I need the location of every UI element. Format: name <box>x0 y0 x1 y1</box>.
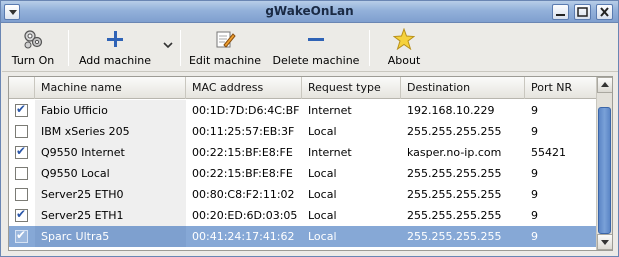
cell-request-type: Local <box>308 209 337 222</box>
row-checkbox[interactable] <box>15 167 28 180</box>
cell-machine-name: Server25 ETH1 <box>41 209 124 222</box>
table-row-selected[interactable]: Sparc Ultra5 00:41:24:17:41:62 Local 255… <box>9 226 596 247</box>
table-header: Machine name MAC address Request type De… <box>9 77 596 99</box>
about-button[interactable]: About <box>382 26 426 70</box>
edit-pencil-icon <box>216 31 236 48</box>
gears-icon <box>24 30 43 49</box>
row-checkbox[interactable] <box>15 188 28 201</box>
table-row[interactable]: Q9550 Local 00:22:15:BF:E8:FE Local 255.… <box>9 163 596 184</box>
column-header-port-nr[interactable]: Port NR <box>525 77 596 99</box>
cell-request-type: Internet <box>308 104 352 117</box>
toolbar-separator <box>369 30 370 66</box>
cell-port-nr: 9 <box>531 209 538 222</box>
cell-destination: 255.255.255.255 <box>407 167 502 180</box>
window-title: gWakeOnLan <box>265 4 354 18</box>
table-row[interactable]: Q9550 Internet 00:22:15:BF:E8:FE Interne… <box>9 142 596 163</box>
chevron-down-icon[interactable] <box>163 40 173 50</box>
row-checkbox[interactable] <box>15 102 28 117</box>
column-header-machine-name[interactable]: Machine name <box>35 77 186 99</box>
vertical-scrollbar[interactable] <box>596 77 612 250</box>
cell-request-type: Local <box>308 125 337 138</box>
minimize-icon <box>556 14 565 16</box>
cell-port-nr: 9 <box>531 167 538 180</box>
edit-machine-button[interactable]: Edit machine <box>188 26 262 70</box>
machine-table[interactable]: Machine name MAC address Request type De… <box>8 76 613 251</box>
cell-request-type: Local <box>308 230 337 243</box>
cell-machine-name: Server25 ETH0 <box>41 188 124 201</box>
minus-icon <box>305 28 327 50</box>
row-checkbox[interactable] <box>15 228 28 243</box>
cell-mac-address: 00:22:15:BF:E8:FE <box>192 167 293 180</box>
cell-destination: kasper.no-ip.com <box>407 146 502 159</box>
cell-machine-name: Q9550 Local <box>41 167 110 180</box>
cell-destination: 255.255.255.255 <box>407 230 502 243</box>
cell-port-nr: 9 <box>531 230 538 243</box>
cell-mac-address: 00:41:24:17:41:62 <box>192 230 295 243</box>
close-icon <box>600 7 609 17</box>
add-machine-button[interactable]: Add machine <box>77 26 153 70</box>
cell-mac-address: 00:22:15:BF:E8:FE <box>192 146 293 159</box>
edit-machine-label: Edit machine <box>188 54 262 67</box>
table-row[interactable]: Server25 ETH0 00:80:C8:F2:11:02 Local 25… <box>9 184 596 205</box>
cell-machine-name: Q9550 Internet <box>41 146 125 159</box>
cell-destination: 255.255.255.255 <box>407 125 502 138</box>
toolbar-separator <box>180 30 181 66</box>
add-machine-label: Add machine <box>78 54 152 67</box>
cell-destination: 255.255.255.255 <box>407 209 502 222</box>
minimize-button[interactable] <box>552 4 569 20</box>
cell-port-nr: 55421 <box>531 146 566 159</box>
column-header-destination[interactable]: Destination <box>401 77 525 99</box>
cell-mac-address: 00:20:ED:6D:03:05 <box>192 209 298 222</box>
cell-destination: 192.168.10.229 <box>407 104 495 117</box>
cell-port-nr: 9 <box>531 188 538 201</box>
toolbar-separator <box>68 30 69 66</box>
cell-mac-address: 00:11:25:57:EB:3F <box>192 125 295 138</box>
cell-request-type: Local <box>308 167 337 180</box>
column-header-check[interactable] <box>9 77 35 99</box>
row-checkbox[interactable] <box>15 144 28 159</box>
row-checkbox[interactable] <box>15 125 28 138</box>
delete-machine-button[interactable]: Delete machine <box>270 26 362 70</box>
cell-machine-name: IBM xSeries 205 <box>41 125 130 138</box>
delete-machine-label: Delete machine <box>272 54 360 67</box>
cell-request-type: Local <box>308 188 337 201</box>
scroll-down-arrow-icon[interactable] <box>597 234 612 250</box>
cell-destination: 255.255.255.255 <box>407 188 502 201</box>
maximize-icon <box>577 7 588 17</box>
table-row[interactable]: Fabio Ufficio 00:1D:7D:D6:4C:BF Internet… <box>9 100 596 121</box>
column-header-request-type[interactable]: Request type <box>302 77 401 99</box>
star-icon <box>393 28 415 50</box>
cell-machine-name: Fabio Ufficio <box>41 104 108 117</box>
scrollbar-thumb[interactable] <box>598 107 611 234</box>
close-button[interactable] <box>596 4 613 20</box>
turn-on-label: Turn On <box>11 54 55 67</box>
cell-mac-address: 00:1D:7D:D6:4C:BF <box>192 104 300 117</box>
cell-machine-name: Sparc Ultra5 <box>41 230 110 243</box>
about-label: About <box>387 54 421 67</box>
turn-on-button[interactable]: Turn On <box>7 26 59 70</box>
cell-mac-address: 00:80:C8:F2:11:02 <box>192 188 295 201</box>
toolbar: Turn On Add machine Edit machine Delete … <box>2 24 618 72</box>
plus-icon <box>104 28 126 50</box>
cell-port-nr: 9 <box>531 125 538 138</box>
column-header-mac-address[interactable]: MAC address <box>186 77 302 99</box>
table-row[interactable]: IBM xSeries 205 00:11:25:57:EB:3F Local … <box>9 121 596 142</box>
app-window: gWakeOnLan Turn On Add machine Edit mach… <box>0 0 619 257</box>
maximize-button[interactable] <box>574 4 591 20</box>
scroll-up-arrow-icon[interactable] <box>597 77 612 93</box>
table-row[interactable]: Server25 ETH1 00:20:ED:6D:03:05 Local 25… <box>9 205 596 226</box>
row-checkbox[interactable] <box>15 207 28 222</box>
title-bar[interactable]: gWakeOnLan <box>1 1 618 23</box>
cell-request-type: Internet <box>308 146 352 159</box>
cell-port-nr: 9 <box>531 104 538 117</box>
